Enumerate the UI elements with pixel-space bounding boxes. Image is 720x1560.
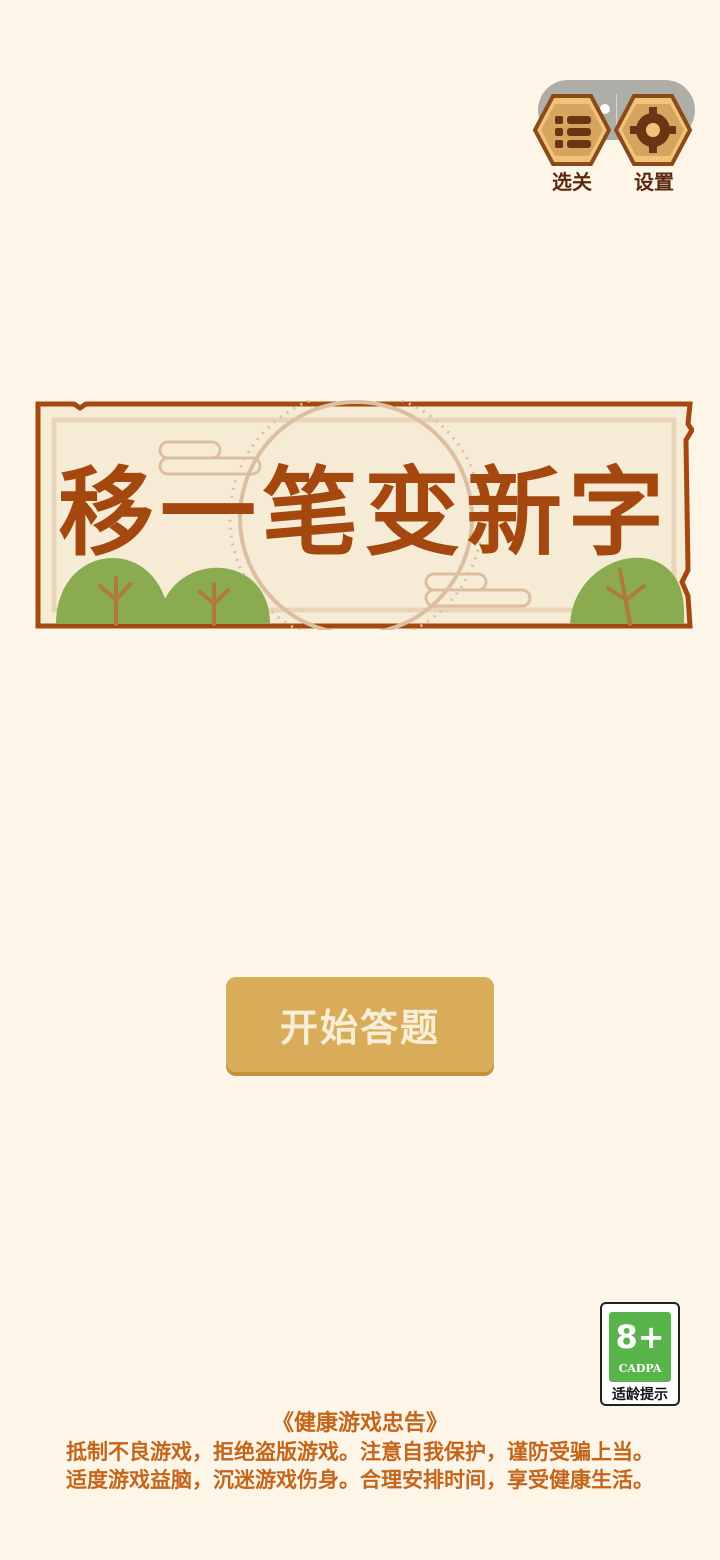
age-rating-badge[interactable]: 8+ CADPA 适龄提示 [600, 1302, 680, 1406]
settings-label: 设置 [634, 170, 674, 194]
age-rating-box: 8+ CADPA [609, 1312, 671, 1382]
level-select-label: 选关 [552, 170, 592, 194]
start-quiz-button[interactable]: 开始答题 [226, 977, 494, 1072]
health-notice: 《健康游戏忠告》 抵制不良游戏，拒绝盗版游戏。注意自我保护，谨防受骗上当。 适度… [0, 1410, 720, 1494]
settings-button[interactable] [613, 94, 693, 166]
health-notice-line: 适度游戏益脑，沉迷游戏伤身。合理安排时间，享受健康生活。 [66, 1468, 654, 1492]
game-title: 移一笔变新字 [58, 457, 670, 569]
health-notice-title: 《健康游戏忠告》 [271, 1411, 448, 1436]
level-select-button[interactable] [532, 94, 612, 166]
age-rating-number: 8+ [615, 1318, 665, 1356]
level-list-icon [532, 94, 612, 166]
age-rating-org: CADPA [618, 1362, 662, 1375]
health-notice-line: 抵制不良游戏，拒绝盗版游戏。注意自我保护，谨防受骗上当。 [66, 1440, 654, 1464]
age-rating-tip: 适龄提示 [612, 1387, 668, 1403]
gear-icon [613, 94, 693, 166]
